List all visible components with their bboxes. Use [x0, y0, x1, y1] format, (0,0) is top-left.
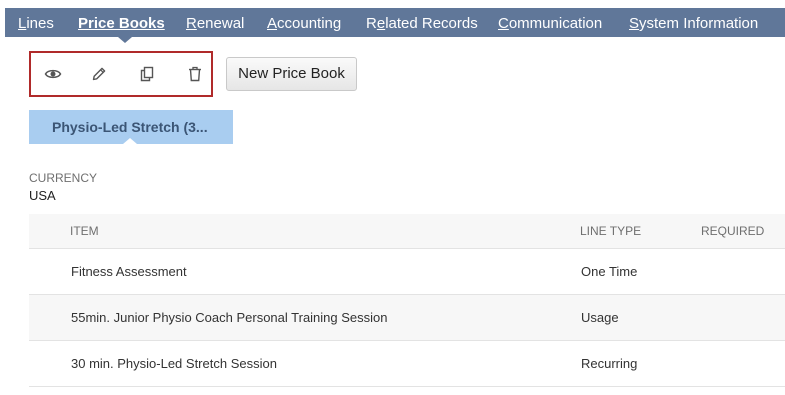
tab-renewal-accesskey: R: [186, 15, 197, 32]
tab-renewal-label: enewal: [196, 15, 245, 32]
tab-accounting-accesskey: A: [267, 15, 278, 32]
subtab-navigation-bar: Lines Price Books Renewal Accounting Rel…: [5, 8, 785, 43]
currency-label: CURRENCY: [29, 171, 98, 185]
subtab-indicator: [123, 138, 137, 144]
table-header-row: ITEM LINE TYPE REQUIRED: [29, 214, 785, 249]
eye-icon: [44, 69, 62, 79]
tab-lines-label: ines: [26, 15, 54, 32]
line-type-cell: One Time: [581, 264, 638, 279]
tab-related-records-label: lated Records: [385, 15, 478, 32]
table-row[interactable]: Fitness Assessment One Time: [29, 249, 785, 295]
tab-system-information-label: ystem Information: [639, 15, 759, 32]
item-cell: 55min. Junior Physio Coach Personal Trai…: [71, 310, 388, 325]
tab-communication-label: ommunication: [508, 15, 603, 32]
item-cell: Fitness Assessment: [71, 264, 187, 279]
column-header-item[interactable]: ITEM: [70, 214, 99, 248]
tab-price-books-accesskey: P: [78, 15, 89, 32]
tab-price-books[interactable]: Price Books: [78, 8, 165, 37]
tab-communication[interactable]: Communication: [498, 8, 602, 37]
column-header-line-type[interactable]: LINE TYPE: [580, 214, 641, 248]
trash-icon: [189, 66, 201, 82]
tab-related-records-accesskey: e: [376, 15, 386, 32]
tab-renewal[interactable]: Renewal: [186, 8, 244, 37]
tab-accounting[interactable]: Accounting: [267, 8, 341, 37]
active-tab-indicator: [118, 37, 132, 43]
price-book-items-table: ITEM LINE TYPE REQUIRED Fitness Assessme…: [29, 214, 785, 387]
table-row[interactable]: 55min. Junior Physio Coach Personal Trai…: [29, 295, 785, 341]
currency-value: USA: [29, 188, 56, 203]
tab-price-books-label: rice Books: [88, 15, 165, 32]
view-button[interactable]: [40, 60, 66, 88]
tab-accounting-label: ccounting: [277, 15, 342, 32]
pencil-icon: [92, 67, 106, 81]
copy-button[interactable]: [134, 60, 160, 88]
new-price-book-button[interactable]: New Price Book: [226, 57, 357, 91]
line-type-cell: Usage: [581, 310, 619, 325]
tab-communication-accesskey: C: [498, 15, 509, 32]
tab-lines[interactable]: Lines: [18, 8, 54, 37]
item-cell: 30 min. Physio-Led Stretch Session: [71, 356, 277, 371]
line-type-cell: Recurring: [581, 356, 638, 371]
copy-icon: [140, 66, 154, 82]
delete-button[interactable]: [182, 60, 208, 88]
column-header-required[interactable]: REQUIRED: [701, 214, 764, 248]
tab-related-records-prefix: R: [366, 15, 377, 32]
tab-related-records[interactable]: Related Records: [366, 8, 478, 37]
tab-system-information[interactable]: System Information: [629, 8, 758, 37]
tab-system-information-accesskey: S: [629, 15, 640, 32]
table-row[interactable]: 30 min. Physio-Led Stretch Session Recur…: [29, 341, 785, 387]
edit-button[interactable]: [86, 60, 112, 88]
